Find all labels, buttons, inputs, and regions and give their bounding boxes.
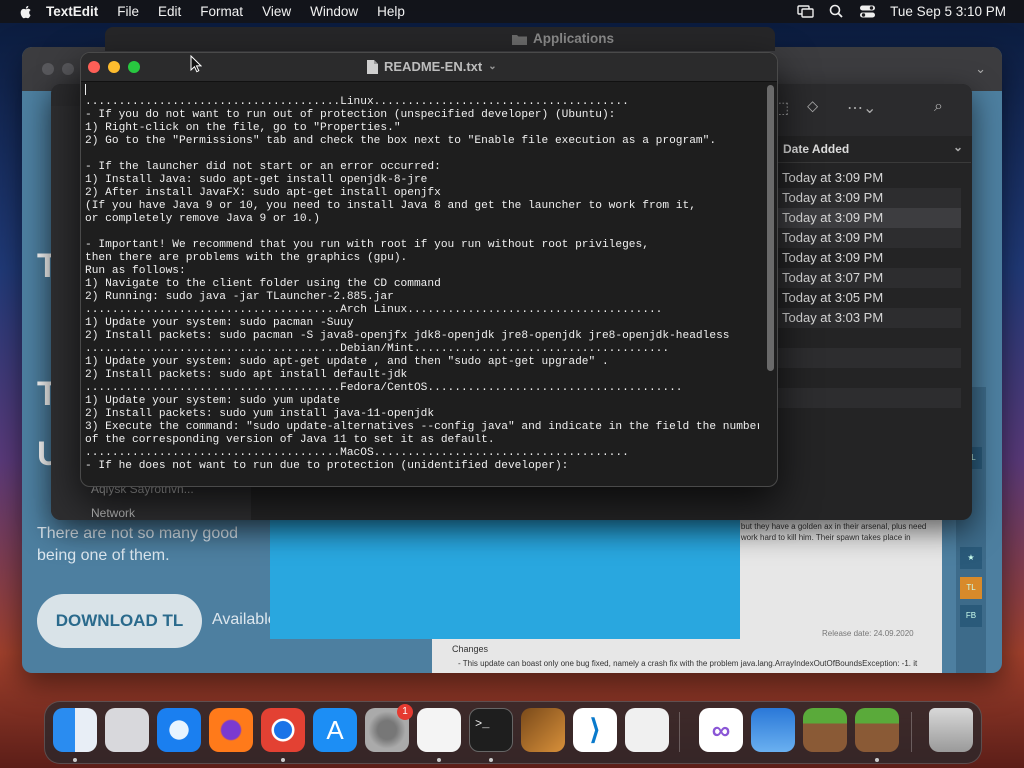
menu-window[interactable]: Window bbox=[310, 4, 358, 19]
article-text: e, but they have a golden ax in their ar… bbox=[732, 522, 927, 542]
notification-badge: 1 bbox=[397, 704, 413, 720]
weather-icon[interactable] bbox=[751, 708, 795, 752]
finder-icon[interactable] bbox=[53, 708, 97, 752]
side-star-icon[interactable]: ★ bbox=[960, 547, 982, 569]
running-indicator bbox=[875, 758, 879, 762]
chevron-down-icon: ⌄ bbox=[488, 61, 497, 72]
tag-icon[interactable]: ⬦ bbox=[807, 98, 818, 116]
applications-title: Applications bbox=[512, 31, 614, 46]
available-text: Available bbox=[212, 611, 277, 628]
side-tl-icon[interactable]: TL bbox=[960, 577, 982, 599]
clock[interactable]: Tue Sep 5 3:10 PM bbox=[890, 4, 1006, 19]
dock: A 1 >_ ⟩ ∞ bbox=[44, 701, 982, 764]
apple-menu-icon[interactable] bbox=[18, 4, 34, 20]
minecraft-icon[interactable] bbox=[803, 708, 847, 752]
vscode-icon[interactable]: ⟩ bbox=[573, 708, 617, 752]
running-indicator bbox=[437, 758, 441, 762]
app-menu[interactable]: TextEdit bbox=[46, 4, 98, 19]
textedit-titlebar: README-EN.txt ⌄ bbox=[81, 53, 777, 82]
finder-toolbar: ⬚ ⬦ ⋯⌄ ⌕ bbox=[751, 84, 972, 136]
roblox-icon[interactable] bbox=[625, 708, 669, 752]
zoom-button[interactable] bbox=[128, 61, 140, 73]
empty-row bbox=[775, 328, 961, 348]
list-item[interactable]: Today at 3:09 PM bbox=[775, 228, 961, 248]
list-item[interactable]: Today at 3:09 PM bbox=[775, 188, 961, 208]
menu-edit[interactable]: Edit bbox=[158, 4, 181, 19]
spotlight-search-icon[interactable] bbox=[828, 4, 845, 19]
control-center-icon[interactable] bbox=[859, 4, 876, 19]
chevron-down-icon[interactable]: ⌄ bbox=[975, 61, 986, 77]
trash-icon[interactable] bbox=[929, 708, 973, 752]
firefox-icon[interactable] bbox=[209, 708, 253, 752]
list-item-selected[interactable]: Today at 3:09 PM bbox=[775, 208, 961, 228]
applications-window-titlebar: Applications bbox=[105, 27, 775, 51]
list-item[interactable]: Today at 3:07 PM bbox=[775, 268, 961, 288]
system-settings-icon[interactable]: 1 bbox=[365, 704, 413, 752]
mouse-pointer-icon bbox=[190, 55, 202, 73]
terminal-icon[interactable]: >_ bbox=[469, 708, 513, 752]
changes-heading: Changes bbox=[452, 644, 489, 654]
running-indicator bbox=[73, 758, 77, 762]
menu-view[interactable]: View bbox=[262, 4, 291, 19]
search-icon[interactable]: ⌕ bbox=[934, 98, 943, 116]
browser-minimize-button[interactable] bbox=[62, 63, 74, 75]
document-text-area[interactable]: ......................................Li… bbox=[85, 83, 759, 483]
screen-mirroring-icon[interactable] bbox=[797, 4, 814, 19]
finder-file-list: Today at 3:09 PM Today at 3:09 PM Today … bbox=[775, 168, 961, 408]
release-date: Release date: 24.09.2020 bbox=[822, 629, 914, 638]
safari-icon[interactable] bbox=[157, 708, 201, 752]
chrome-icon[interactable] bbox=[261, 708, 305, 752]
menu-bar: TextEdit File Edit Format View Window He… bbox=[0, 0, 1024, 23]
chevron-down-icon: ⌄ bbox=[952, 140, 963, 154]
menu-file[interactable]: File bbox=[117, 4, 139, 19]
minecraft-icon-2[interactable] bbox=[855, 708, 899, 752]
running-indicator bbox=[281, 758, 285, 762]
app-store-icon[interactable]: A bbox=[313, 708, 357, 752]
document-icon bbox=[367, 59, 378, 74]
dock-separator bbox=[679, 712, 680, 752]
menu-format[interactable]: Format bbox=[200, 4, 243, 19]
document-title[interactable]: README-EN.txt ⌄ bbox=[367, 59, 497, 74]
browser-close-button[interactable] bbox=[42, 63, 54, 75]
empty-row bbox=[775, 368, 961, 388]
column-header-date-added[interactable]: Date Added ⌄ bbox=[775, 136, 971, 163]
dock-separator bbox=[911, 712, 912, 752]
textedit-icon[interactable] bbox=[417, 708, 461, 752]
changelog-text: - This update can boast only one bug fix… bbox=[458, 659, 918, 668]
launchpad-icon[interactable] bbox=[105, 708, 149, 752]
side-fb-icon[interactable]: FB bbox=[960, 605, 982, 627]
minimize-button[interactable] bbox=[108, 61, 120, 73]
video-banner[interactable] bbox=[270, 515, 740, 639]
list-item[interactable]: Today at 3:09 PM bbox=[775, 168, 961, 188]
empty-row bbox=[775, 388, 961, 408]
site-tagline: There are not so many good being one of … bbox=[37, 525, 239, 564]
list-item[interactable]: Today at 3:03 PM bbox=[775, 308, 961, 328]
menu-help[interactable]: Help bbox=[377, 4, 405, 19]
running-indicator bbox=[489, 758, 493, 762]
sidebar-item-network[interactable]: Network bbox=[91, 506, 135, 520]
more-actions-icon[interactable]: ⋯⌄ bbox=[847, 98, 876, 118]
empty-row bbox=[775, 348, 961, 368]
list-item[interactable]: Today at 3:05 PM bbox=[775, 288, 961, 308]
textedit-window: README-EN.txt ⌄ ........................… bbox=[80, 52, 778, 487]
list-item[interactable]: Today at 3:09 PM bbox=[775, 248, 961, 268]
download-button[interactable]: DOWNLOAD TL bbox=[37, 594, 202, 648]
vertical-scrollbar[interactable] bbox=[767, 85, 774, 371]
visual-studio-icon[interactable]: ∞ bbox=[699, 708, 743, 752]
status-area: Tue Sep 5 3:10 PM bbox=[797, 0, 1006, 23]
garageband-icon[interactable] bbox=[521, 708, 565, 752]
close-button[interactable] bbox=[88, 61, 100, 73]
folder-icon bbox=[512, 34, 527, 45]
